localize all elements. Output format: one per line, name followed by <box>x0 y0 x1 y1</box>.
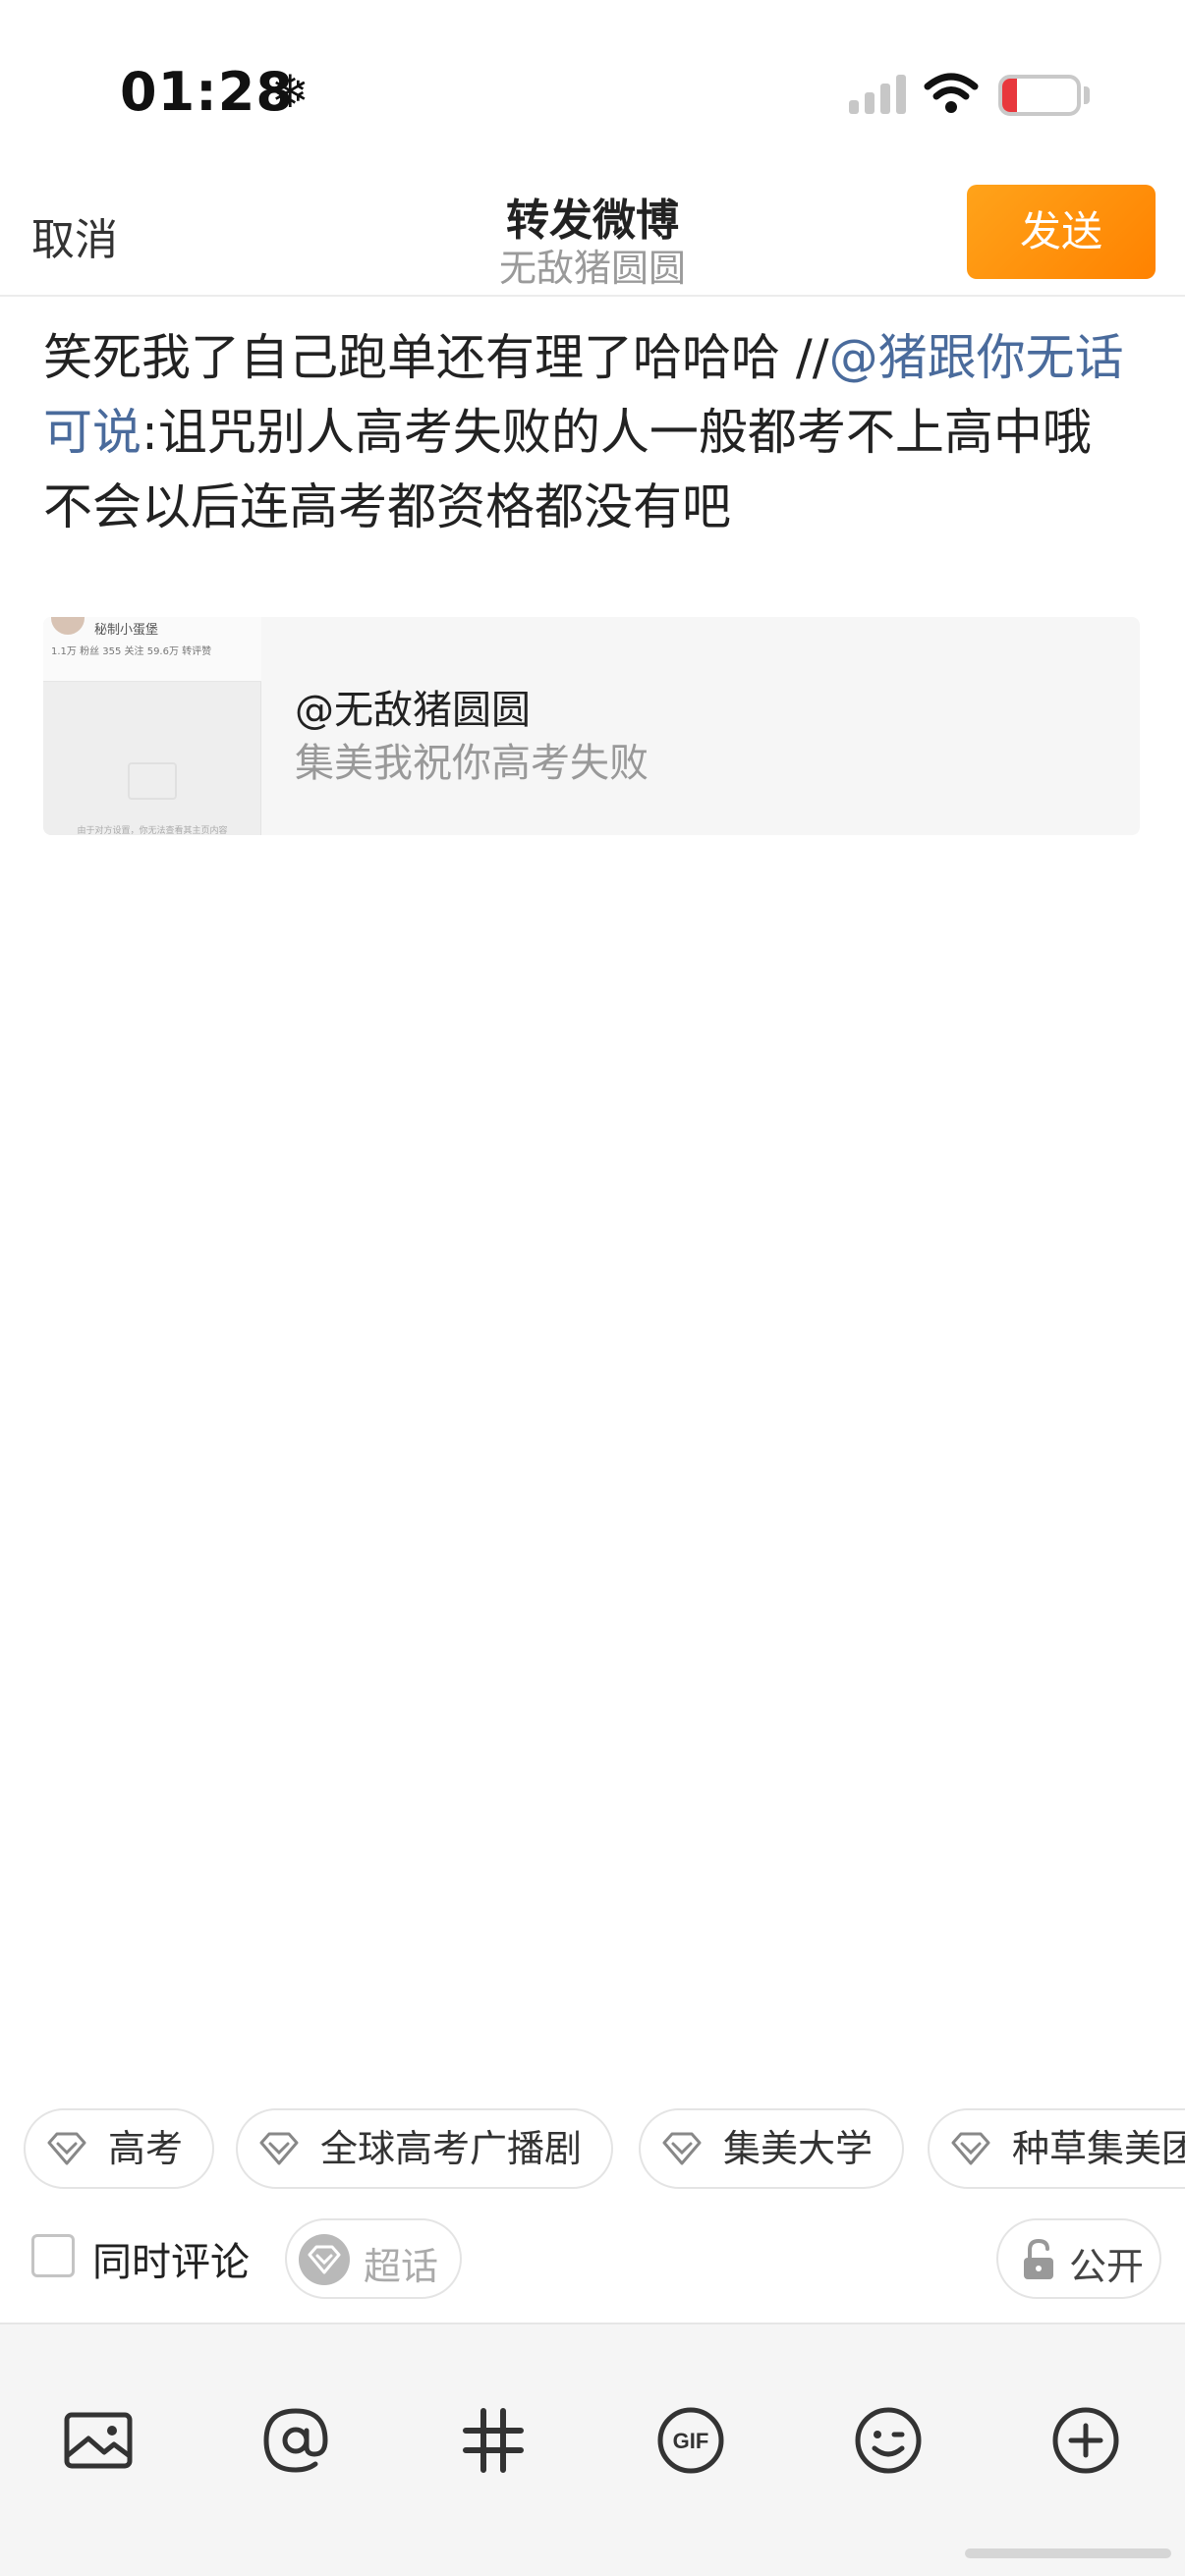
diamond-icon <box>951 2132 990 2165</box>
quoted-post-text: 集美我祝你高考失败 <box>295 741 649 786</box>
empty-box-icon <box>128 762 177 800</box>
visibility-label: 公开 <box>1069 2245 1145 2288</box>
supertopic-label: 超话 <box>364 2245 439 2288</box>
insert-image-button[interactable] <box>59 2401 138 2480</box>
topic-chip-label: 种草集美团 <box>1012 2127 1185 2170</box>
diamond-icon <box>47 2132 86 2165</box>
more-button[interactable] <box>1046 2401 1125 2480</box>
at-icon <box>263 2408 328 2473</box>
battery-icon: 20 <box>998 75 1081 116</box>
thumbnail-footer: 由于对方设置，你无法查看其主页内容 <box>77 826 228 835</box>
mention-button[interactable] <box>256 2401 335 2480</box>
also-comment-label[interactable]: 同时评论 <box>92 2230 250 2287</box>
supertopic-icon <box>299 2234 350 2285</box>
supertopic-button[interactable]: 超话 <box>285 2218 462 2299</box>
signal-icon <box>849 75 906 114</box>
hashtag-button[interactable] <box>454 2401 533 2480</box>
topic-chip-label: 全球高考广播剧 <box>320 2127 583 2170</box>
quoted-post-user: @无敌猪圆圆 <box>295 688 531 733</box>
gif-icon: GIF <box>657 2407 724 2474</box>
svg-text:GIF: GIF <box>673 2429 709 2453</box>
hashtag-icon <box>463 2408 524 2473</box>
also-comment-checkbox[interactable] <box>31 2234 75 2277</box>
compose-text: 笑死我了自己跑单还有理了哈哈哈 // <box>43 329 829 386</box>
snowflake-icon: ❄ <box>271 65 310 118</box>
visibility-button[interactable]: 公开 <box>996 2218 1161 2299</box>
plus-icon <box>1052 2407 1119 2474</box>
compose-header: 取消 转发微博 无敌猪圆圆 发送 <box>0 167 1185 297</box>
image-icon <box>64 2412 133 2469</box>
compose-toolbar: GIF <box>0 2323 1185 2576</box>
thumbnail-avatar <box>51 617 85 635</box>
quoted-post-card[interactable]: 秘制小蛋堡 1.1万 粉丝 355 关注 59.6万 转评赞 由于对方设置，你无… <box>43 617 1140 835</box>
thumbnail-name: 秘制小蛋堡 <box>94 623 159 638</box>
battery-nub <box>1084 86 1090 104</box>
send-button[interactable]: 发送 <box>967 185 1156 279</box>
topic-chip-label: 高考 <box>108 2127 184 2170</box>
topic-chip[interactable]: 集美大学 <box>639 2108 905 2189</box>
quoted-post-thumbnail: 秘制小蛋堡 1.1万 粉丝 355 关注 59.6万 转评赞 由于对方设置，你无… <box>43 617 261 835</box>
diamond-icon <box>662 2132 702 2165</box>
topic-chip[interactable]: 全球高考广播剧 <box>236 2108 614 2189</box>
thumbnail-stats: 1.1万 粉丝 355 关注 59.6万 转评赞 <box>51 646 212 657</box>
unlock-icon <box>1024 2238 1053 2279</box>
status-time: 01:28 <box>120 61 294 123</box>
topic-chip[interactable]: 种草集美团 <box>928 2108 1185 2189</box>
battery-level: 20 <box>1019 78 1060 112</box>
thumbnail-profile-header: 秘制小蛋堡 1.1万 粉丝 355 关注 59.6万 转评赞 <box>43 617 261 682</box>
topic-chip-label: 集美大学 <box>723 2127 874 2170</box>
topic-chip[interactable]: 高考 <box>24 2108 215 2189</box>
compose-text-rest: :诅咒别人高考失败的人一般都考不上高中哦 不会以后连高考都资格都没有吧 <box>43 404 1092 535</box>
emoji-button[interactable] <box>849 2401 928 2480</box>
wifi-icon <box>924 73 979 113</box>
compose-text-input[interactable]: 笑死我了自己跑单还有理了哈哈哈 //@猪跟你无话可说:诅咒别人高考失败的人一般都… <box>43 320 1144 544</box>
home-indicator <box>965 2548 1171 2558</box>
diamond-icon <box>308 2245 341 2274</box>
status-bar: 01:28 ❄ 20 <box>0 0 1185 167</box>
gif-button[interactable]: GIF <box>651 2401 730 2480</box>
topic-chip-row: 高考 全球高考广播剧 集美大学 种草集美团 <box>0 2108 1185 2191</box>
diamond-icon <box>259 2132 299 2165</box>
emoji-icon <box>855 2407 922 2474</box>
